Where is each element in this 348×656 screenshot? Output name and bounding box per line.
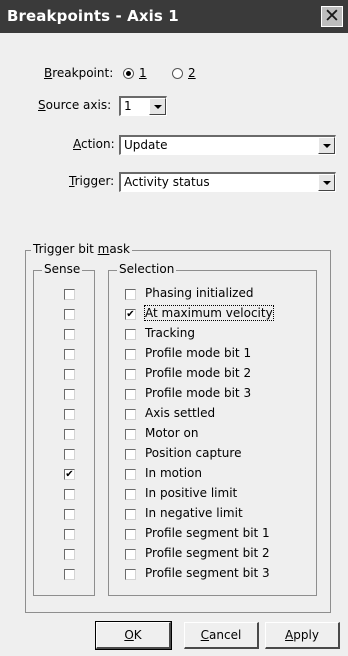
selection-checkbox[interactable] <box>125 389 136 400</box>
sense-legend: Sense <box>42 262 83 276</box>
sense-checkbox[interactable]: ✔ <box>64 469 75 480</box>
action-value: Update <box>124 138 168 152</box>
selection-checkbox[interactable] <box>125 509 136 520</box>
sense-checkbox[interactable] <box>64 449 75 460</box>
selection-label[interactable]: Profile mode bit 3 <box>145 386 251 400</box>
cancel-button[interactable]: Cancel <box>184 622 259 649</box>
action-select[interactable]: Update <box>119 135 336 155</box>
trigger-bit-mask-legend: Trigger bit mask <box>31 242 132 256</box>
sense-checkbox[interactable] <box>64 349 75 360</box>
selection-label[interactable]: Profile segment bit 3 <box>145 566 270 580</box>
selection-label[interactable]: Motor on <box>145 426 198 440</box>
sense-checkbox[interactable] <box>64 489 75 500</box>
breakpoints-dialog: Breakpoints - Axis 1 ✕ Breakpoint: 1 2 S… <box>0 0 348 656</box>
trigger-select[interactable]: Activity status <box>119 172 336 192</box>
selection-label[interactable]: Profile segment bit 2 <box>145 546 270 560</box>
selection-checkbox[interactable] <box>125 429 136 440</box>
selection-checkbox[interactable]: ✔ <box>125 309 136 320</box>
source-axis-label: Source axis: <box>38 98 112 112</box>
breakpoint-radio-1-label[interactable]: 1 <box>139 66 147 80</box>
window-title: Breakpoints - Axis 1 <box>7 7 179 25</box>
title-bar[interactable]: Breakpoints - Axis 1 ✕ <box>0 0 348 33</box>
selection-label[interactable]: Tracking <box>145 326 195 340</box>
selection-label[interactable]: Phasing initialized <box>145 286 253 300</box>
selection-checkbox[interactable] <box>125 569 136 580</box>
selection-checkbox[interactable] <box>125 529 136 540</box>
ok-button[interactable]: OK <box>95 621 172 650</box>
sense-checkbox[interactable] <box>64 549 75 560</box>
sense-checkbox[interactable] <box>64 429 75 440</box>
selection-label[interactable]: Position capture <box>145 446 241 460</box>
chevron-down-icon[interactable] <box>318 174 335 191</box>
chevron-down-icon[interactable] <box>318 137 335 154</box>
action-label: Action: <box>73 137 115 151</box>
selection-checkbox[interactable] <box>125 349 136 360</box>
selection-label[interactable]: Profile segment bit 1 <box>145 526 270 540</box>
chevron-down-icon[interactable] <box>149 98 166 115</box>
apply-button[interactable]: Apply <box>265 622 340 649</box>
source-axis-select[interactable]: 1 <box>119 96 167 116</box>
selection-checkbox[interactable] <box>125 409 136 420</box>
selection-label[interactable]: In negative limit <box>145 506 243 520</box>
selection-label[interactable]: In motion <box>145 466 202 480</box>
breakpoint-radio-2[interactable] <box>172 68 183 79</box>
sense-checkbox[interactable] <box>64 289 75 300</box>
sense-checkbox[interactable] <box>64 329 75 340</box>
selection-checkbox[interactable] <box>125 469 136 480</box>
selection-label[interactable]: Profile mode bit 2 <box>145 366 251 380</box>
selection-label[interactable]: At maximum velocity <box>144 305 274 321</box>
selection-checkbox[interactable] <box>125 369 136 380</box>
selection-checkbox[interactable] <box>125 289 136 300</box>
selection-checkbox[interactable] <box>125 489 136 500</box>
sense-checkbox[interactable] <box>64 529 75 540</box>
close-button[interactable]: ✕ <box>321 6 343 27</box>
breakpoint-radio-2-label[interactable]: 2 <box>188 66 196 80</box>
selection-checkbox[interactable] <box>125 449 136 460</box>
trigger-label: Trigger: <box>69 174 115 188</box>
sense-checkbox[interactable] <box>64 509 75 520</box>
breakpoint-label: Breakpoint: <box>44 66 114 80</box>
sense-checkbox[interactable] <box>64 569 75 580</box>
trigger-value: Activity status <box>124 175 210 189</box>
sense-checkbox[interactable] <box>64 309 75 320</box>
selection-label[interactable]: Profile mode bit 1 <box>145 346 251 360</box>
sense-checkbox[interactable] <box>64 409 75 420</box>
selection-checkbox[interactable] <box>125 329 136 340</box>
selection-legend: Selection <box>117 262 177 276</box>
selection-label[interactable]: In positive limit <box>145 486 237 500</box>
source-axis-value: 1 <box>124 99 132 113</box>
breakpoint-radio-1[interactable] <box>123 68 134 79</box>
selection-checkbox[interactable] <box>125 549 136 560</box>
sense-checkbox[interactable] <box>64 369 75 380</box>
sense-checkbox[interactable] <box>64 389 75 400</box>
selection-label[interactable]: Axis settled <box>145 406 215 420</box>
close-icon: ✕ <box>324 5 340 27</box>
